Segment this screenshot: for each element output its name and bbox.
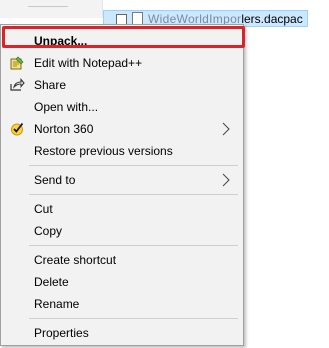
menu-item-delete[interactable]: Delete — [1, 271, 243, 293]
menu-separator — [29, 318, 238, 319]
menu-item-label: Copy — [34, 224, 63, 238]
menu-item-label: Delete — [34, 275, 69, 289]
menu-item-label: Restore previous versions — [34, 144, 173, 158]
menu-separator — [29, 245, 238, 246]
navigation-pane-fragment — [0, 0, 103, 18]
menu-item-label: Norton 360 — [34, 122, 94, 136]
menu-item-edit-with-notepad[interactable]: Edit with Notepad++ — [1, 52, 243, 74]
submenu-arrow-icon — [219, 171, 233, 189]
menu-item-copy[interactable]: Copy — [1, 220, 243, 242]
share-icon — [9, 77, 25, 93]
menu-item-label: Rename — [34, 297, 80, 311]
menu-item-create-shortcut[interactable]: Create shortcut — [1, 249, 243, 271]
menu-item-label: Share — [34, 78, 67, 92]
menu-item-rename[interactable]: Rename — [1, 293, 243, 315]
menu-item-label: Send to — [34, 173, 76, 187]
menu-separator — [29, 194, 238, 195]
menu-item-norton-360[interactable]: Norton 360 — [1, 118, 243, 140]
highlight-box — [2, 26, 245, 48]
menu-item-label: Edit with Notepad++ — [34, 56, 143, 70]
submenu-arrow-icon — [219, 120, 233, 138]
norton-check-icon — [9, 121, 25, 137]
menu-item-open-with[interactable]: Open with... — [1, 96, 243, 118]
context-menu: Unpack... Edit with Notepad++ Share Open… — [0, 24, 244, 346]
menu-item-label: Create shortcut — [34, 253, 117, 267]
menu-item-label: Open with... — [34, 100, 99, 114]
menu-separator — [29, 165, 238, 166]
file-name-visible: lers.dacpac — [241, 12, 303, 26]
notepad-plus-plus-icon — [9, 55, 25, 71]
menu-item-properties[interactable]: Properties — [1, 322, 243, 344]
navigation-pane-item-fragment — [28, 0, 68, 7]
menu-item-restore-previous-versions[interactable]: Restore previous versions — [1, 140, 243, 162]
menu-item-send-to[interactable]: Send to — [1, 169, 243, 191]
menu-item-share[interactable]: Share — [1, 74, 243, 96]
menu-item-label: Cut — [34, 202, 53, 216]
menu-item-cut[interactable]: Cut — [1, 198, 243, 220]
menu-item-label: Properties — [34, 326, 89, 340]
